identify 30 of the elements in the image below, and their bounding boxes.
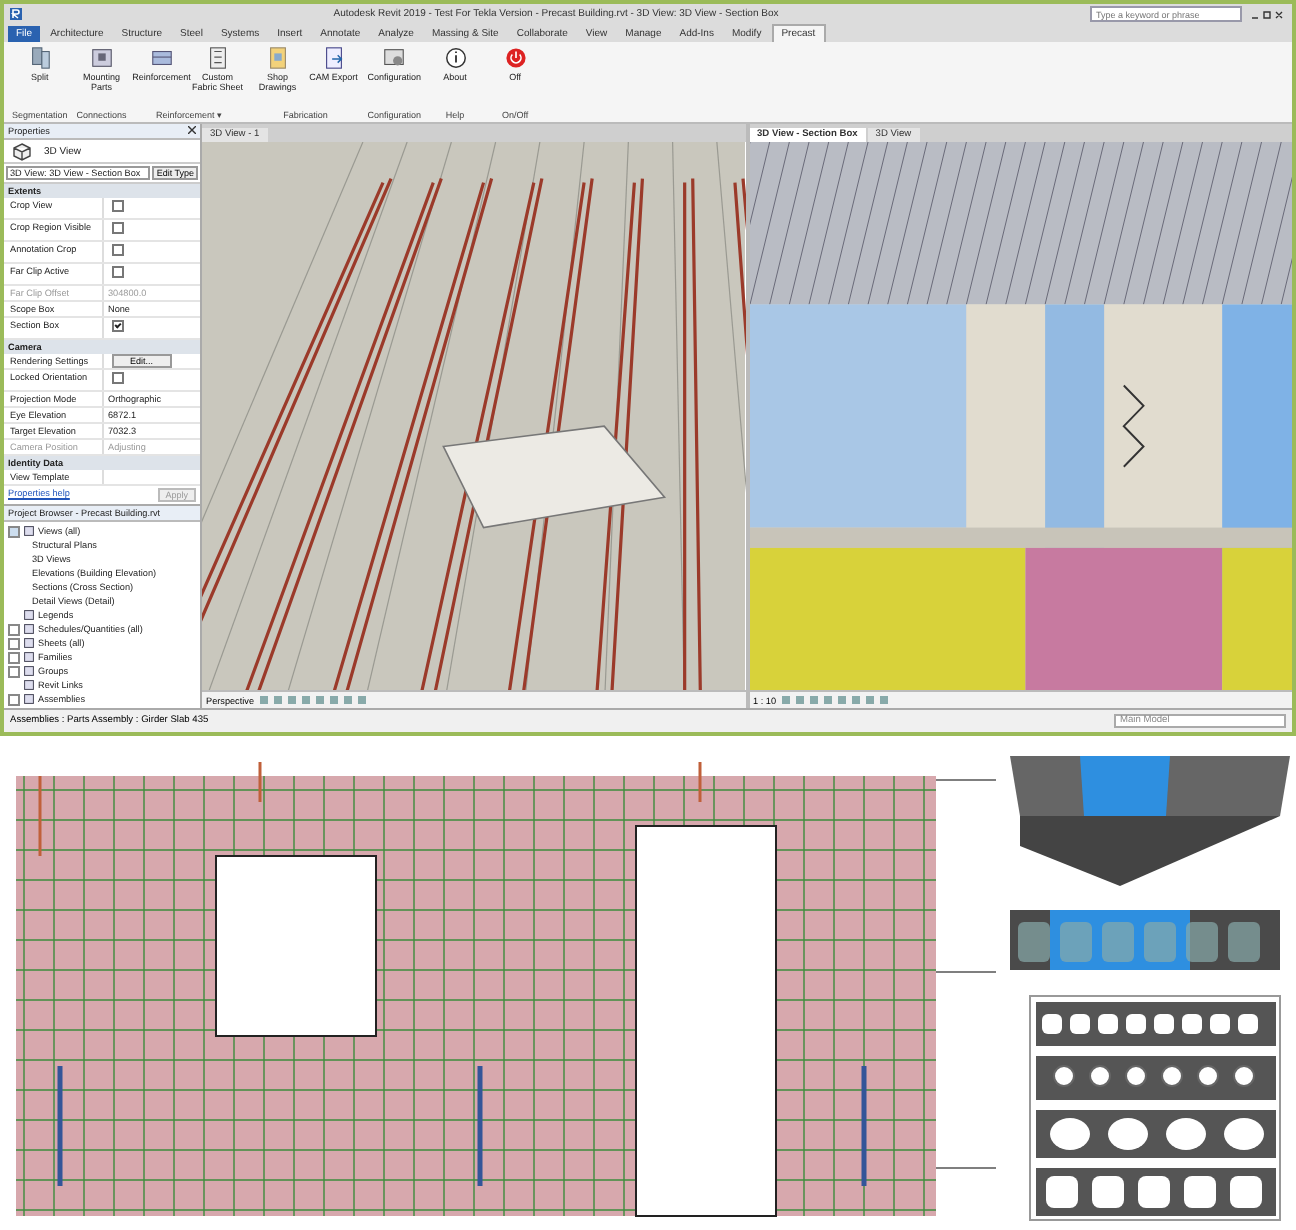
- tree-node-icon: [24, 652, 34, 663]
- leader-line: [935, 1167, 997, 1169]
- expand-toggle[interactable]: [8, 651, 20, 664]
- checkbox[interactable]: [112, 222, 124, 235]
- tree-node-icon: [24, 666, 34, 677]
- tree-node-icon: [24, 624, 34, 635]
- tree-node-icon: [24, 610, 34, 621]
- checkbox[interactable]: [112, 244, 124, 257]
- part-icon: [89, 46, 114, 70]
- expand-toggle[interactable]: [8, 693, 20, 706]
- expand-toggle[interactable]: [8, 623, 20, 636]
- checkbox[interactable]: [112, 320, 124, 333]
- tree-node-icon: [24, 694, 34, 705]
- window-controls-icon[interactable]: [1250, 9, 1286, 19]
- tree-node-icon: [24, 680, 34, 691]
- leader-line: [935, 779, 997, 781]
- split-panels-icon: [27, 46, 52, 70]
- expand-toggle[interactable]: [8, 665, 20, 678]
- tree-node-icon: [24, 638, 34, 649]
- close-icon[interactable]: [188, 126, 196, 135]
- panel-icon: [149, 46, 174, 70]
- checkbox[interactable]: [112, 266, 124, 279]
- drawing-icon: [265, 46, 290, 70]
- leader-line: [935, 971, 997, 973]
- app-logo-icon[interactable]: [10, 8, 22, 20]
- collapse-toggle[interactable]: [8, 525, 20, 538]
- expand-toggle[interactable]: [8, 637, 20, 650]
- tree-node-icon: [24, 526, 34, 537]
- checkbox[interactable]: [112, 200, 124, 213]
- checkbox[interactable]: [112, 372, 124, 385]
